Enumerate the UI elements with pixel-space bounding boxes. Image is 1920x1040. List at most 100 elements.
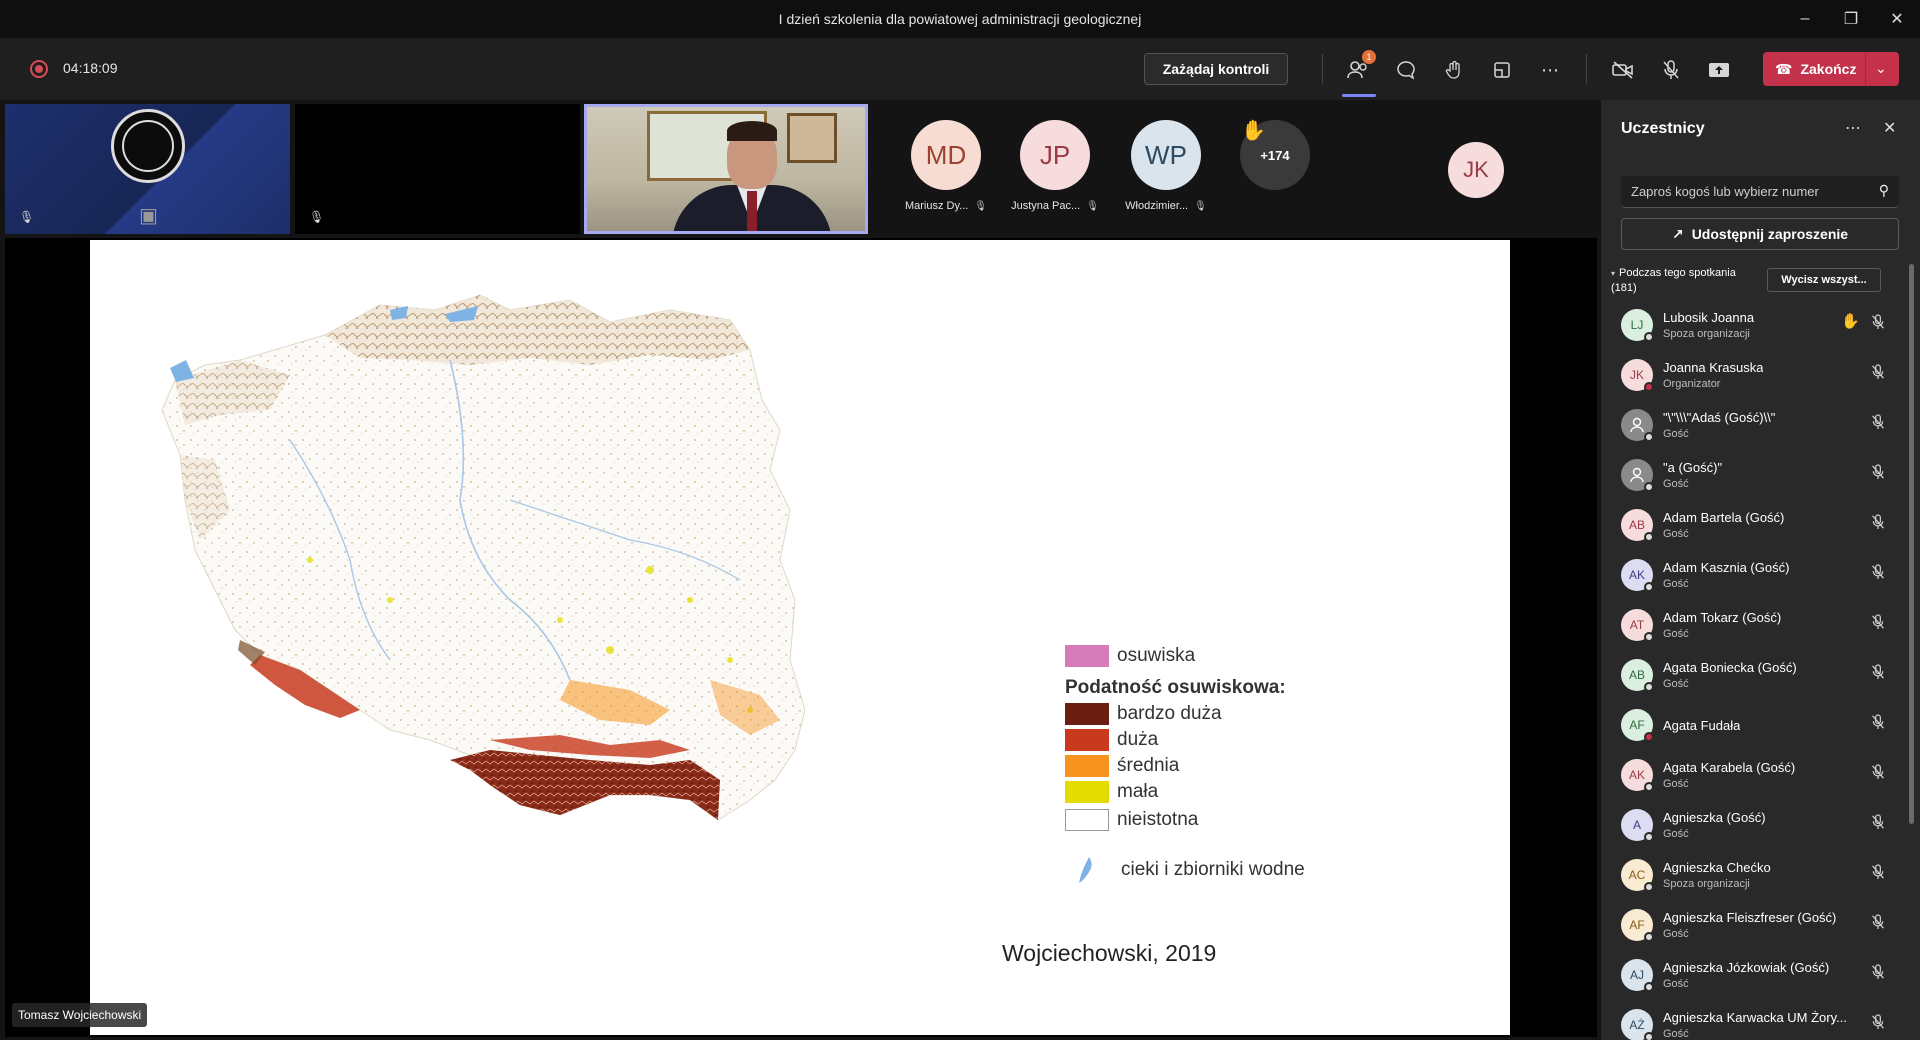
participant-name: Justyna Pac... [1011,200,1081,212]
mic-off-icon[interactable] [1655,54,1687,86]
participant-row[interactable]: AC Agnieszka Chećko Spoza organizacji [1601,850,1911,900]
presence-status-icon [1644,382,1654,392]
participant-row[interactable]: "a (Gość)" Gość [1601,450,1911,500]
request-control-button[interactable]: Zażądaj kontroli [1144,53,1288,85]
minimize-icon[interactable]: – [1782,0,1828,38]
invite-search-input[interactable]: Zaproś kogoś lub wybierz numer ⚲ [1621,176,1899,208]
reactions-icon[interactable] [1438,54,1470,86]
scrollbar[interactable] [1909,264,1914,824]
mic-off-icon[interactable] [1871,914,1885,933]
mic-off-icon[interactable] [1871,364,1885,383]
participant-row[interactable]: JK Joanna Krasuska Organizator [1601,350,1911,400]
mic-off-icon[interactable] [1871,414,1885,433]
mute-all-button[interactable]: Wycisz wszyst... [1767,268,1881,292]
more-options-icon[interactable]: ⋯ [1845,118,1861,138]
participant-name: Włodzimier... [1125,200,1189,212]
mic-off-icon[interactable] [1871,764,1885,783]
mic-off-icon: 🎙 [1086,200,1099,212]
participant-row[interactable]: AJ Agnieszka Józkowiak (Gość) Gość [1601,950,1911,1000]
participant-row[interactable]: AF Agnieszka Fleiszfreser (Gość) Gość [1601,900,1911,950]
participant-row[interactable]: A Agnieszka (Gość) Gość [1601,800,1911,850]
rooms-icon[interactable] [1486,54,1518,86]
leave-divider [1865,52,1866,86]
legend-swatch [1065,729,1109,751]
participant-role: Spoza organizacji [1663,328,1750,340]
participant-row[interactable]: AŻ Agnieszka Karwacka UM Żory... Gość [1601,1000,1911,1040]
participant-row[interactable]: AK Agata Karabela (Gość) Gość [1601,750,1911,800]
mic-off-icon[interactable] [1871,514,1885,533]
speaker-tie [747,191,757,231]
mic-off-icon: 🎙 [19,210,35,224]
search-icon[interactable]: ⚲ [1879,182,1889,199]
mic-off-icon[interactable] [1871,564,1885,583]
legend-item: mała [1117,781,1159,802]
legend-swatch [1065,781,1109,803]
restore-icon[interactable]: ❐ [1828,0,1874,38]
mic-off-icon: 🎙 [1194,200,1207,212]
video-tile-empty[interactable]: 🎙 [295,104,580,234]
mic-off-icon[interactable] [1871,864,1885,883]
participant-name: Agnieszka (Gość) [1663,810,1766,825]
participant-role: Gość [1663,1028,1689,1040]
participant-tile[interactable]: WP Włodzimier... 🎙 [1118,120,1214,212]
mic-off-icon[interactable] [1871,664,1885,683]
presence-status-icon [1644,1032,1654,1040]
more-actions-icon[interactable]: ⋯ [1534,54,1566,86]
section-count: (181) [1611,282,1637,294]
panel-title: Uczestnicy [1621,120,1705,137]
chevron-down-icon[interactable]: ⌄ [1875,60,1887,77]
video-tile-speaker[interactable] [584,104,868,234]
participant-row[interactable]: AT Adam Tokarz (Gość) Gość [1601,600,1911,650]
participant-role: Gość [1663,678,1689,690]
participant-role: Gość [1663,978,1689,990]
legend-swatch [1065,809,1109,831]
section-title: Podczas tego spotkania [1619,267,1736,279]
participant-row[interactable]: AK Adam Kasznia (Gość) Gość [1601,550,1911,600]
participant-tile[interactable]: MD Mariusz Dy... 🎙 [898,120,994,212]
section-in-meeting[interactable]: ▾ Podczas tego spotkania (181) [1611,266,1736,295]
participant-role: Organizator [1663,378,1721,390]
chat-icon[interactable] [1390,54,1422,86]
presence-status-icon [1644,682,1654,692]
wall-picture [787,113,837,163]
mic-off-icon[interactable] [1871,964,1885,983]
toolbar-divider [1586,54,1587,84]
obs-logo-icon [111,109,185,183]
participant-name: Adam Bartela (Gość) [1663,510,1785,525]
participant-row[interactable]: "\"\\\"Adaś (Gość)\\" Gość [1601,400,1911,450]
presence-status-icon [1644,532,1654,542]
mic-off-icon[interactable] [1871,814,1885,833]
close-icon[interactable]: ✕ [1883,118,1896,138]
map-credit: Wojciechowski, 2019 [1002,940,1217,966]
participant-name: Agata Boniecka (Gość) [1663,660,1797,675]
leave-button[interactable]: ☎ Zakończ ⌄ [1763,52,1899,86]
legend-landslides: osuwiska [1117,645,1196,666]
participant-tile[interactable]: JP Justyna Pac... 🎙 [1007,120,1103,212]
window-title: I dzień szkolenia dla powiatowej adminis… [778,11,1142,27]
participant-row[interactable]: AB Adam Bartela (Gość) Gość [1601,500,1911,550]
mic-off-icon[interactable] [1871,464,1885,483]
mic-off-icon[interactable] [1871,314,1885,333]
avatar[interactable]: JK [1448,142,1504,198]
camera-off-icon[interactable] [1607,54,1639,86]
speaker-hair [727,121,777,141]
mic-off-icon[interactable] [1871,714,1885,733]
video-tile-obs[interactable]: 🎙 ▣ [5,104,290,234]
presence-status-icon [1644,732,1654,742]
participant-role: Gość [1663,578,1689,590]
participant-name: Agnieszka Karwacka UM Żory... [1663,1010,1847,1025]
participant-row[interactable]: AF Agata Fudała [1601,700,1911,750]
close-window-icon[interactable]: ✕ [1874,0,1920,38]
share-invite-button[interactable]: ↗ Udostępnij zaproszenie [1621,218,1899,250]
presence-status-icon [1644,782,1654,792]
participants-badge: 1 [1362,50,1376,64]
participant-role: Gość [1663,778,1689,790]
mic-off-icon[interactable] [1871,614,1885,633]
presence-status-icon [1644,882,1654,892]
participant-row[interactable]: LJ Lubosik Joanna Spoza organizacji ✋ [1601,300,1911,350]
meeting-toolbar: 04:18:09 Zażądaj kontroli 1 ⋯ ☎ Zakończ … [0,38,1920,100]
participants-icon[interactable]: 1 [1342,50,1376,86]
mic-off-icon[interactable] [1871,1014,1885,1033]
share-screen-icon[interactable] [1703,54,1735,86]
participant-row[interactable]: AB Agata Boniecka (Gość) Gość [1601,650,1911,700]
